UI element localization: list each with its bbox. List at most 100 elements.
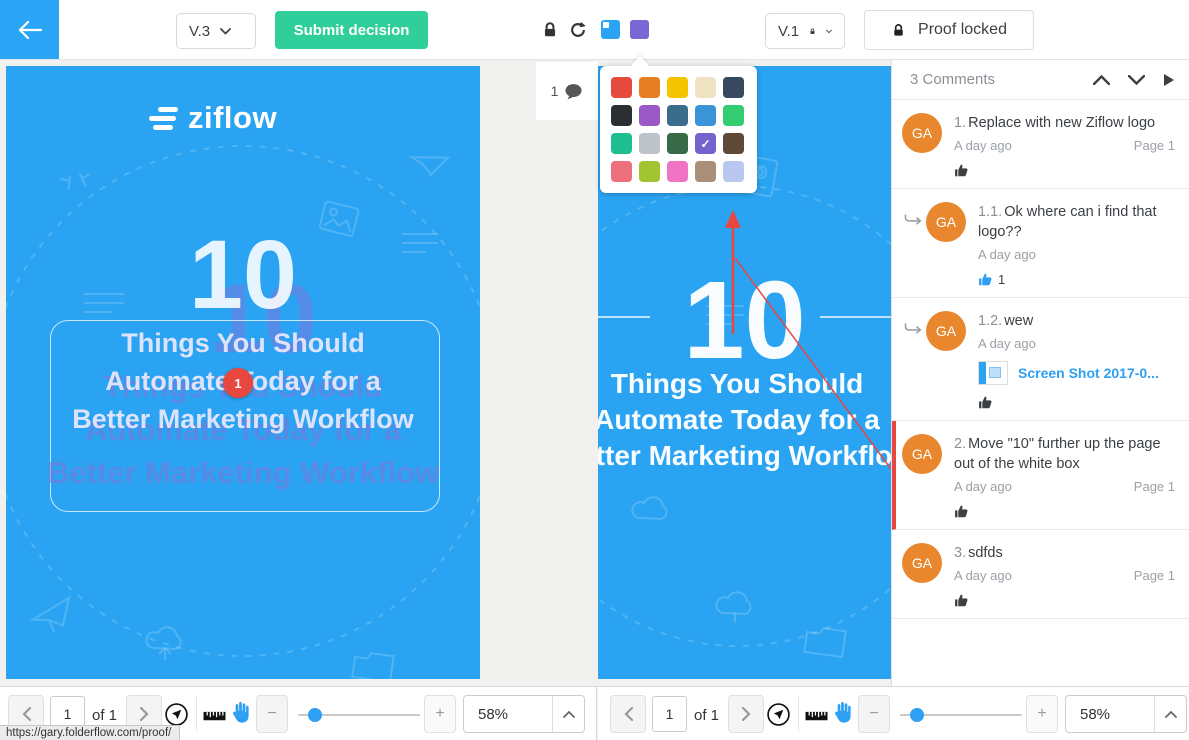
thumbs-up-icon-liked[interactable] — [978, 272, 993, 287]
zoom-slider-thumb[interactable] — [308, 708, 322, 722]
palette-swatch[interactable] — [695, 77, 716, 98]
lock-icon[interactable] — [541, 21, 559, 39]
version-select-right[interactable]: V.1 — [765, 13, 845, 49]
reply-arrow-icon — [904, 323, 922, 335]
zoom-out-button[interactable]: − — [256, 695, 288, 733]
palette-swatch[interactable] — [611, 105, 632, 126]
palette-swatch[interactable] — [723, 133, 744, 154]
version-select-left[interactable]: V.3 — [176, 13, 256, 49]
version-left-label: V.3 — [189, 23, 210, 40]
palette-swatch[interactable] — [723, 161, 744, 182]
compare-color-left[interactable] — [601, 20, 620, 39]
play-icon[interactable] — [1163, 73, 1175, 87]
attachment-thumbnail — [978, 361, 1008, 385]
proof-pane-left: ziflow 10 10 Things You ShouldAutomate T… — [0, 60, 598, 686]
ruler-tool-icon[interactable] — [805, 708, 828, 721]
avatar: GA — [926, 311, 966, 351]
thumbs-up-icon[interactable] — [954, 163, 969, 178]
zoom-level-select[interactable]: 58% — [463, 695, 585, 733]
palette-swatch[interactable] — [667, 161, 688, 182]
speech-bubble-icon — [564, 83, 583, 100]
prev-page-button[interactable] — [610, 695, 646, 733]
zoom-caret[interactable] — [552, 696, 584, 732]
comment-item[interactable]: GA 3.sdfds A day agoPage 1 — [892, 530, 1189, 619]
thumbs-up-icon[interactable] — [954, 593, 969, 608]
comment-page: Page 1 — [1134, 138, 1175, 153]
back-arrow-icon — [18, 21, 42, 39]
poster-number: 10 — [6, 226, 480, 323]
page-number-input[interactable] — [652, 696, 687, 732]
palette-swatch[interactable] — [723, 105, 744, 126]
refresh-icon[interactable] — [569, 21, 587, 39]
palette-swatch[interactable] — [611, 161, 632, 182]
toolbar-divider — [798, 697, 799, 731]
palette-swatch[interactable] — [667, 105, 688, 126]
zoom-in-button[interactable]: + — [1026, 695, 1058, 733]
thumbs-up-icon[interactable] — [954, 504, 969, 519]
compare-color-right[interactable] — [630, 20, 649, 39]
palette-swatch[interactable] — [695, 105, 716, 126]
comment-pin-1[interactable]: 1 — [223, 368, 253, 398]
version-right-label: V.1 — [778, 23, 799, 40]
back-button[interactable] — [0, 0, 59, 59]
comment-number: 3. — [954, 545, 966, 561]
chevron-down-icon[interactable] — [1128, 75, 1145, 85]
palette-swatch[interactable] — [639, 105, 660, 126]
comment-time: A day ago — [978, 247, 1036, 262]
zoom-level-select[interactable]: 58% — [1065, 695, 1187, 733]
comment-time: A day ago — [954, 568, 1012, 583]
submit-decision-button[interactable]: Submit decision — [275, 11, 428, 49]
attachment-filename: Screen Shot 2017-0... — [1018, 365, 1159, 381]
bottom-toolbar-right: of 1 − + 58% — [598, 686, 1189, 740]
zoom-slider-thumb[interactable] — [910, 708, 924, 722]
reply-arrow-icon — [904, 214, 922, 226]
pan-tool-icon[interactable] — [832, 700, 852, 725]
navigate-tool-icon[interactable] — [164, 702, 189, 727]
palette-swatch[interactable] — [639, 133, 660, 154]
zoom-slider[interactable] — [900, 714, 1022, 716]
comments-count-label: 3 Comments — [910, 71, 1093, 88]
top-toolbar: V.3 Submit decision V.1 Proof locked — [0, 0, 1189, 60]
comment-time: A day ago — [954, 138, 1012, 153]
palette-swatch[interactable] — [611, 133, 632, 154]
comment-text: wew — [1004, 313, 1033, 329]
status-url-tooltip: https://gary.folderflow.com/proof/ — [0, 725, 180, 740]
comment-item[interactable]: GA 1.Replace with new Ziflow logo A day … — [892, 100, 1189, 189]
palette-swatch[interactable] — [611, 77, 632, 98]
ziflow-logo-icon — [149, 107, 178, 130]
comment-count-badge[interactable]: 1 — [536, 62, 598, 120]
thumbs-up-icon[interactable] — [978, 395, 993, 410]
palette-swatch[interactable] — [695, 161, 716, 182]
palette-swatch[interactable] — [667, 77, 688, 98]
comment-number: 2. — [954, 436, 966, 452]
next-page-button[interactable] — [728, 695, 764, 733]
palette-swatch[interactable] — [723, 77, 744, 98]
chevron-up-icon — [1165, 710, 1177, 718]
comment-page: Page 1 — [1134, 479, 1175, 494]
palette-swatch[interactable] — [639, 161, 660, 182]
page-total-label: of 1 — [694, 707, 719, 724]
zoom-slider[interactable] — [298, 714, 420, 716]
comments-panel: 3 Comments GA 1.Replace with new Ziflow … — [891, 60, 1189, 686]
proof-locked-button[interactable]: Proof locked — [864, 10, 1034, 50]
comment-text: sdfds — [968, 545, 1003, 561]
lock-icon — [891, 23, 906, 38]
proof-canvas-left[interactable]: ziflow 10 10 Things You ShouldAutomate T… — [6, 66, 480, 679]
attachment-link[interactable]: Screen Shot 2017-0... — [978, 361, 1175, 385]
palette-swatch[interactable]: ✓ — [695, 133, 716, 154]
comment-item-reply[interactable]: GA 1.1.Ok where can i find that logo?? A… — [892, 189, 1189, 298]
palette-swatch[interactable] — [667, 133, 688, 154]
avatar: GA — [902, 434, 942, 474]
navigate-tool-icon[interactable] — [766, 702, 791, 727]
zoom-in-button[interactable]: + — [424, 695, 456, 733]
zoom-caret[interactable] — [1154, 696, 1186, 732]
comment-item-reply[interactable]: GA 1.2.wew A day ago Screen Shot 2017-0.… — [892, 298, 1189, 421]
palette-swatch[interactable] — [639, 77, 660, 98]
comment-item-selected[interactable]: GA 2.Move "10" further up the page out o… — [892, 421, 1189, 530]
avatar: GA — [926, 202, 966, 242]
comments-header: 3 Comments — [892, 60, 1189, 100]
pan-tool-icon[interactable] — [230, 700, 250, 725]
ruler-tool-icon[interactable] — [203, 708, 226, 721]
chevron-up-icon[interactable] — [1093, 75, 1110, 85]
zoom-out-button[interactable]: − — [858, 695, 890, 733]
